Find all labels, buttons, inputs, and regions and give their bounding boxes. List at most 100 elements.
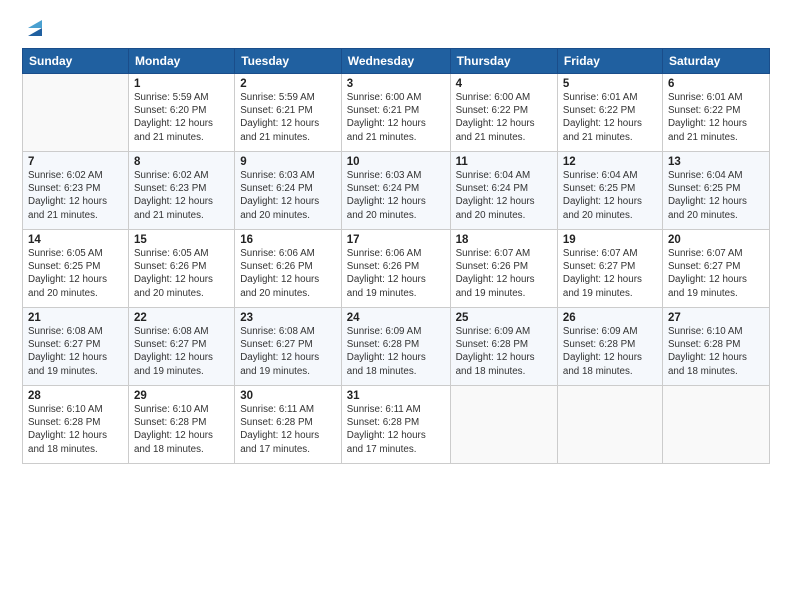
day-number: 10 bbox=[347, 156, 445, 168]
calendar-cell bbox=[557, 386, 662, 464]
day-info: Sunrise: 6:02 AM Sunset: 6:23 PM Dayligh… bbox=[134, 169, 229, 222]
day-info: Sunrise: 6:09 AM Sunset: 6:28 PM Dayligh… bbox=[456, 325, 552, 378]
day-number: 9 bbox=[240, 156, 336, 168]
day-info: Sunrise: 6:00 AM Sunset: 6:21 PM Dayligh… bbox=[347, 91, 445, 144]
day-number: 12 bbox=[563, 156, 657, 168]
calendar-cell: 15Sunrise: 6:05 AM Sunset: 6:26 PM Dayli… bbox=[128, 230, 234, 308]
calendar-week-1: 1Sunrise: 5:59 AM Sunset: 6:20 PM Daylig… bbox=[23, 74, 770, 152]
calendar-cell: 21Sunrise: 6:08 AM Sunset: 6:27 PM Dayli… bbox=[23, 308, 129, 386]
day-info: Sunrise: 6:11 AM Sunset: 6:28 PM Dayligh… bbox=[347, 403, 445, 456]
calendar-cell: 8Sunrise: 6:02 AM Sunset: 6:23 PM Daylig… bbox=[128, 152, 234, 230]
logo-icon bbox=[24, 18, 46, 40]
day-number: 11 bbox=[456, 156, 552, 168]
day-number: 24 bbox=[347, 312, 445, 324]
calendar-cell: 31Sunrise: 6:11 AM Sunset: 6:28 PM Dayli… bbox=[341, 386, 450, 464]
column-header-saturday: Saturday bbox=[662, 49, 769, 74]
day-number: 20 bbox=[668, 234, 764, 246]
calendar-cell bbox=[450, 386, 557, 464]
calendar-cell: 22Sunrise: 6:08 AM Sunset: 6:27 PM Dayli… bbox=[128, 308, 234, 386]
day-info: Sunrise: 6:04 AM Sunset: 6:24 PM Dayligh… bbox=[456, 169, 552, 222]
calendar-header-row: SundayMondayTuesdayWednesdayThursdayFrid… bbox=[23, 49, 770, 74]
day-info: Sunrise: 6:08 AM Sunset: 6:27 PM Dayligh… bbox=[28, 325, 123, 378]
day-info: Sunrise: 6:02 AM Sunset: 6:23 PM Dayligh… bbox=[28, 169, 123, 222]
calendar-cell: 2Sunrise: 5:59 AM Sunset: 6:21 PM Daylig… bbox=[235, 74, 342, 152]
day-number: 5 bbox=[563, 78, 657, 90]
day-number: 8 bbox=[134, 156, 229, 168]
column-header-sunday: Sunday bbox=[23, 49, 129, 74]
calendar-cell: 28Sunrise: 6:10 AM Sunset: 6:28 PM Dayli… bbox=[23, 386, 129, 464]
day-number: 6 bbox=[668, 78, 764, 90]
day-info: Sunrise: 6:11 AM Sunset: 6:28 PM Dayligh… bbox=[240, 403, 336, 456]
calendar-cell: 24Sunrise: 6:09 AM Sunset: 6:28 PM Dayli… bbox=[341, 308, 450, 386]
calendar-cell: 20Sunrise: 6:07 AM Sunset: 6:27 PM Dayli… bbox=[662, 230, 769, 308]
day-info: Sunrise: 6:03 AM Sunset: 6:24 PM Dayligh… bbox=[347, 169, 445, 222]
day-info: Sunrise: 6:03 AM Sunset: 6:24 PM Dayligh… bbox=[240, 169, 336, 222]
calendar-cell: 19Sunrise: 6:07 AM Sunset: 6:27 PM Dayli… bbox=[557, 230, 662, 308]
calendar-cell: 4Sunrise: 6:00 AM Sunset: 6:22 PM Daylig… bbox=[450, 74, 557, 152]
day-number: 26 bbox=[563, 312, 657, 324]
day-number: 18 bbox=[456, 234, 552, 246]
header bbox=[22, 18, 770, 38]
day-info: Sunrise: 6:01 AM Sunset: 6:22 PM Dayligh… bbox=[668, 91, 764, 144]
day-info: Sunrise: 6:00 AM Sunset: 6:22 PM Dayligh… bbox=[456, 91, 552, 144]
calendar-cell: 30Sunrise: 6:11 AM Sunset: 6:28 PM Dayli… bbox=[235, 386, 342, 464]
day-number: 15 bbox=[134, 234, 229, 246]
day-number: 14 bbox=[28, 234, 123, 246]
calendar-table: SundayMondayTuesdayWednesdayThursdayFrid… bbox=[22, 48, 770, 464]
day-info: Sunrise: 6:04 AM Sunset: 6:25 PM Dayligh… bbox=[563, 169, 657, 222]
day-info: Sunrise: 6:01 AM Sunset: 6:22 PM Dayligh… bbox=[563, 91, 657, 144]
day-info: Sunrise: 6:05 AM Sunset: 6:25 PM Dayligh… bbox=[28, 247, 123, 300]
day-info: Sunrise: 6:08 AM Sunset: 6:27 PM Dayligh… bbox=[240, 325, 336, 378]
day-info: Sunrise: 6:10 AM Sunset: 6:28 PM Dayligh… bbox=[134, 403, 229, 456]
calendar-week-3: 14Sunrise: 6:05 AM Sunset: 6:25 PM Dayli… bbox=[23, 230, 770, 308]
day-number: 30 bbox=[240, 390, 336, 402]
calendar-week-2: 7Sunrise: 6:02 AM Sunset: 6:23 PM Daylig… bbox=[23, 152, 770, 230]
day-info: Sunrise: 6:07 AM Sunset: 6:27 PM Dayligh… bbox=[563, 247, 657, 300]
day-info: Sunrise: 6:10 AM Sunset: 6:28 PM Dayligh… bbox=[28, 403, 123, 456]
calendar-cell: 7Sunrise: 6:02 AM Sunset: 6:23 PM Daylig… bbox=[23, 152, 129, 230]
column-header-wednesday: Wednesday bbox=[341, 49, 450, 74]
calendar-cell: 10Sunrise: 6:03 AM Sunset: 6:24 PM Dayli… bbox=[341, 152, 450, 230]
calendar-week-4: 21Sunrise: 6:08 AM Sunset: 6:27 PM Dayli… bbox=[23, 308, 770, 386]
day-number: 23 bbox=[240, 312, 336, 324]
day-number: 16 bbox=[240, 234, 336, 246]
day-number: 17 bbox=[347, 234, 445, 246]
calendar-cell: 12Sunrise: 6:04 AM Sunset: 6:25 PM Dayli… bbox=[557, 152, 662, 230]
calendar-cell: 9Sunrise: 6:03 AM Sunset: 6:24 PM Daylig… bbox=[235, 152, 342, 230]
calendar-cell: 18Sunrise: 6:07 AM Sunset: 6:26 PM Dayli… bbox=[450, 230, 557, 308]
day-number: 29 bbox=[134, 390, 229, 402]
day-info: Sunrise: 6:09 AM Sunset: 6:28 PM Dayligh… bbox=[347, 325, 445, 378]
calendar-cell: 14Sunrise: 6:05 AM Sunset: 6:25 PM Dayli… bbox=[23, 230, 129, 308]
column-header-monday: Monday bbox=[128, 49, 234, 74]
day-info: Sunrise: 6:07 AM Sunset: 6:27 PM Dayligh… bbox=[668, 247, 764, 300]
calendar-cell: 29Sunrise: 6:10 AM Sunset: 6:28 PM Dayli… bbox=[128, 386, 234, 464]
calendar-cell: 13Sunrise: 6:04 AM Sunset: 6:25 PM Dayli… bbox=[662, 152, 769, 230]
calendar-cell: 25Sunrise: 6:09 AM Sunset: 6:28 PM Dayli… bbox=[450, 308, 557, 386]
day-info: Sunrise: 6:06 AM Sunset: 6:26 PM Dayligh… bbox=[240, 247, 336, 300]
day-number: 3 bbox=[347, 78, 445, 90]
day-info: Sunrise: 6:04 AM Sunset: 6:25 PM Dayligh… bbox=[668, 169, 764, 222]
page: SundayMondayTuesdayWednesdayThursdayFrid… bbox=[0, 0, 792, 612]
day-info: Sunrise: 5:59 AM Sunset: 6:21 PM Dayligh… bbox=[240, 91, 336, 144]
calendar-cell: 17Sunrise: 6:06 AM Sunset: 6:26 PM Dayli… bbox=[341, 230, 450, 308]
calendar-cell: 23Sunrise: 6:08 AM Sunset: 6:27 PM Dayli… bbox=[235, 308, 342, 386]
day-number: 31 bbox=[347, 390, 445, 402]
day-info: Sunrise: 6:07 AM Sunset: 6:26 PM Dayligh… bbox=[456, 247, 552, 300]
day-number: 1 bbox=[134, 78, 229, 90]
day-info: Sunrise: 6:09 AM Sunset: 6:28 PM Dayligh… bbox=[563, 325, 657, 378]
day-number: 25 bbox=[456, 312, 552, 324]
logo bbox=[22, 18, 46, 38]
day-info: Sunrise: 6:05 AM Sunset: 6:26 PM Dayligh… bbox=[134, 247, 229, 300]
day-info: Sunrise: 6:10 AM Sunset: 6:28 PM Dayligh… bbox=[668, 325, 764, 378]
calendar-cell: 11Sunrise: 6:04 AM Sunset: 6:24 PM Dayli… bbox=[450, 152, 557, 230]
calendar-cell: 1Sunrise: 5:59 AM Sunset: 6:20 PM Daylig… bbox=[128, 74, 234, 152]
column-header-tuesday: Tuesday bbox=[235, 49, 342, 74]
column-header-friday: Friday bbox=[557, 49, 662, 74]
day-number: 28 bbox=[28, 390, 123, 402]
calendar-cell: 5Sunrise: 6:01 AM Sunset: 6:22 PM Daylig… bbox=[557, 74, 662, 152]
column-header-thursday: Thursday bbox=[450, 49, 557, 74]
day-number: 2 bbox=[240, 78, 336, 90]
calendar-cell: 27Sunrise: 6:10 AM Sunset: 6:28 PM Dayli… bbox=[662, 308, 769, 386]
day-number: 21 bbox=[28, 312, 123, 324]
day-number: 27 bbox=[668, 312, 764, 324]
